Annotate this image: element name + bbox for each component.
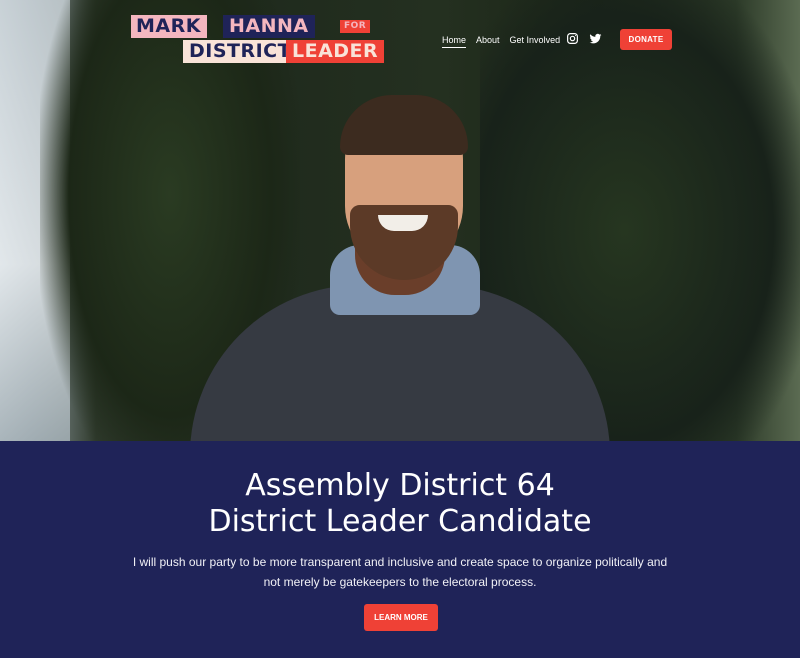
top-nav: MARK HANNA FOR DISTRICT LEADER Home Abou… [0,0,800,80]
heading-line-1: Assembly District 64 [245,468,555,503]
intro-text: I will push our party to be more transpa… [132,555,668,589]
logo-mark: MARK [131,15,207,38]
nav-links: Home About Get Involved [442,35,560,48]
hair [340,95,468,155]
candidate-photo [190,95,610,441]
logo-hanna: HANNA [223,15,315,38]
donate-button[interactable]: DONATE [620,29,672,50]
heading-line-2: District Leader Candidate [208,504,592,539]
logo-district: DISTRICT [183,40,298,63]
page-heading: Assembly District 64 District Leader Can… [0,468,800,540]
nav-home[interactable]: Home [442,35,467,48]
hero-image: MARK HANNA FOR DISTRICT LEADER Home Abou… [0,0,800,441]
nav-about[interactable]: About [476,35,500,48]
instagram-icon[interactable] [566,32,579,45]
campaign-logo[interactable]: MARK HANNA FOR DISTRICT LEADER [131,15,385,67]
intro-panel: Assembly District 64 District Leader Can… [0,441,800,658]
learn-more-button[interactable]: LEARN MORE [364,604,438,631]
twitter-icon[interactable] [589,32,602,45]
logo-for: FOR [340,20,371,33]
social-links [566,32,602,45]
nav-get-involved[interactable]: Get Involved [510,35,561,48]
logo-leader: LEADER [286,40,385,63]
